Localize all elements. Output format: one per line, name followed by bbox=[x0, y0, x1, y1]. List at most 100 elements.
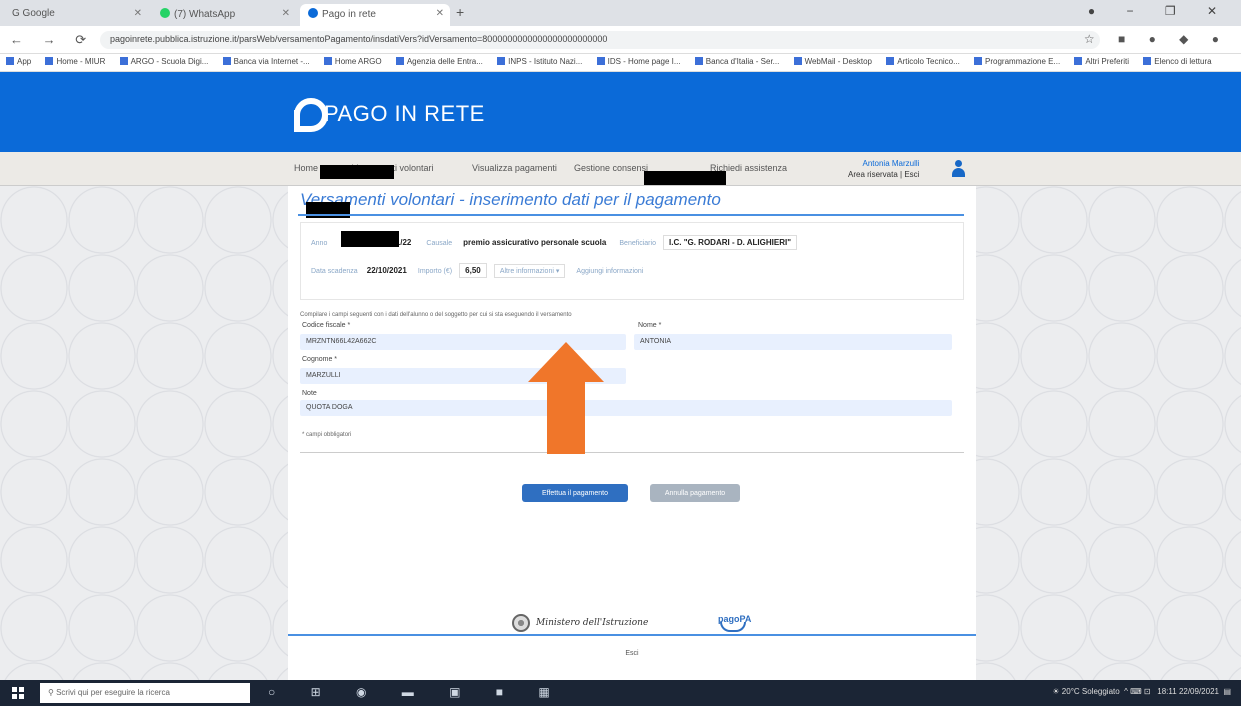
footer-line bbox=[288, 634, 976, 636]
whatsapp-icon bbox=[160, 8, 170, 18]
bookmark-icon bbox=[119, 57, 128, 65]
form-divider bbox=[300, 452, 964, 453]
annulla-pagamento-button[interactable]: Annulla pagamento bbox=[650, 484, 740, 502]
url-input[interactable]: pagoinrete.pubblica.istruzione.it/parsWe… bbox=[100, 31, 1100, 49]
browser-tabbar: G Google ✕ (7) WhatsApp ✕ Pago in rete ✕ + … bbox=[0, 0, 1241, 26]
footer-esci-link[interactable]: Esci bbox=[288, 650, 976, 657]
ministry-logo-text: Ministero dell'Istruzione bbox=[536, 618, 649, 628]
bookmark-item[interactable]: IDS - Home page I... bbox=[596, 57, 681, 66]
effettua-pagamento-button[interactable]: Effettua il pagamento bbox=[522, 484, 628, 502]
weather-icon: ☀ bbox=[1052, 687, 1060, 696]
tab-pagoinrete[interactable]: Pago in rete ✕ bbox=[300, 4, 450, 26]
clock-date: 22/09/2021 bbox=[1178, 687, 1219, 696]
bookmark-icon bbox=[6, 57, 14, 65]
close-tab-icon[interactable]: ✕ bbox=[282, 8, 290, 19]
bookmark-item[interactable]: Banca d'Italia - Ser... bbox=[694, 57, 779, 66]
bookmark-icon bbox=[395, 57, 404, 65]
cognome-label: Cognome * bbox=[302, 356, 338, 363]
bookmark-icon bbox=[1143, 57, 1152, 65]
bookmark-icon bbox=[222, 57, 231, 65]
windows-start-icon[interactable] bbox=[12, 687, 24, 699]
bookmarks-bar: App Home - MIUR ARGO - Scuola Digi... Ba… bbox=[0, 54, 1241, 72]
close-tab-icon[interactable]: ✕ bbox=[134, 8, 142, 19]
notification-icon[interactable]: ▤ bbox=[1223, 687, 1231, 696]
bookmark-item[interactable]: Home ARGO bbox=[323, 57, 382, 66]
bookmark-item[interactable]: Home - MIUR bbox=[45, 57, 105, 66]
bookmark-icon bbox=[694, 57, 703, 65]
causale-value: premio assicurativo personale scuola bbox=[463, 238, 607, 247]
weather-text: 20°C Soleggiato bbox=[1061, 687, 1120, 696]
main-card: Versamenti volontari - inserimento dati … bbox=[288, 186, 976, 680]
bookmark-icon bbox=[793, 57, 802, 65]
user-info[interactable]: Antonia Marzulli Area riservata | Esci bbox=[848, 158, 919, 180]
user-name: Antonia Marzulli bbox=[862, 159, 920, 168]
bookmark-icon bbox=[497, 57, 506, 65]
importo-label: Importo (€) bbox=[417, 268, 453, 275]
bookmark-item[interactable]: Articolo Tecnico... bbox=[886, 57, 960, 66]
form-instructions: Compilare i campi seguenti con i dati de… bbox=[300, 312, 572, 318]
altre-informazioni-dropdown[interactable]: Altre informazioni ▾ bbox=[493, 264, 566, 278]
window-controls[interactable]: ● − ❐ ✕ bbox=[1088, 4, 1231, 18]
taskbar-search-input[interactable]: ⚲ Scrivi qui per eseguire la ricerca bbox=[40, 683, 250, 703]
bookmark-icon bbox=[974, 57, 983, 65]
user-icon[interactable] bbox=[952, 160, 965, 178]
user-area-link[interactable]: Area riservata | Esci bbox=[848, 169, 919, 180]
new-tab-button[interactable]: + bbox=[456, 4, 464, 20]
italian-republic-emblem-icon bbox=[512, 614, 530, 632]
bookmark-icon bbox=[596, 57, 605, 65]
causale-label: Causale bbox=[426, 240, 453, 247]
nome-label: Nome * bbox=[638, 322, 662, 329]
bookmark-icon bbox=[323, 57, 332, 65]
scadenza-label: Data scadenza bbox=[311, 268, 358, 275]
page-title: Versamenti volontari - inserimento dati … bbox=[300, 190, 721, 209]
tab-google[interactable]: G Google ✕ bbox=[4, 4, 148, 26]
close-tab-icon[interactable]: ✕ bbox=[436, 8, 444, 19]
pagoinrete-logo[interactable]: PAGO IN RETE bbox=[290, 98, 485, 132]
bookmark-item[interactable]: Altri Preferiti bbox=[1074, 57, 1129, 66]
top-navigation: Home Versamenti volontari Visualizza pag… bbox=[0, 152, 1241, 186]
pagoinrete-logo-icon bbox=[290, 98, 328, 132]
bookmark-item[interactable]: Agenzia delle Entra... bbox=[395, 57, 483, 66]
bookmark-item[interactable]: Banca via Internet -... bbox=[222, 57, 310, 66]
chevron-down-icon: ▾ bbox=[555, 268, 560, 275]
bookmark-item[interactable]: ARGO - Scuola Digi... bbox=[119, 57, 208, 66]
bookmark-item[interactable]: INPS - Istituto Nazi... bbox=[497, 57, 582, 66]
bookmark-icon bbox=[1074, 57, 1083, 65]
beneficiario-label: Beneficiario bbox=[619, 240, 656, 247]
codice-fiscale-label: Codice fiscale * bbox=[302, 322, 351, 329]
redaction-box bbox=[644, 171, 726, 185]
nav-gestione-consensi[interactable]: Gestione consensi bbox=[574, 163, 648, 173]
aggiungi-informazioni-link[interactable]: Aggiungi informazioni bbox=[576, 268, 643, 275]
logo-text: PAGO IN RETE bbox=[324, 101, 485, 126]
system-tray[interactable]: ☀ 20°C Soleggiato ^ ⌨ ⊡ 18:11 22/09/2021… bbox=[1052, 687, 1231, 696]
required-fields-note: * campi obbligatori bbox=[302, 432, 352, 438]
pagoinrete-favicon bbox=[308, 8, 318, 18]
search-icon: ⚲ bbox=[48, 688, 57, 697]
bookmark-icon bbox=[45, 57, 54, 65]
nav-visualizza-pagamenti[interactable]: Visualizza pagamenti bbox=[472, 163, 557, 173]
bookmark-item[interactable]: App bbox=[6, 57, 31, 66]
note-field[interactable]: QUOTA DOGA bbox=[300, 400, 952, 416]
bookmark-item[interactable]: Elenco di lettura bbox=[1143, 57, 1212, 66]
redaction-box bbox=[320, 165, 394, 179]
nav-home[interactable]: Home bbox=[294, 163, 318, 173]
arrow-shaft bbox=[547, 381, 585, 454]
year-label: Anno bbox=[311, 240, 328, 247]
windows-taskbar: ⚲ Scrivi qui per eseguire la ricerca ○ ⊞… bbox=[0, 680, 1241, 706]
pagopa-logo-icon bbox=[720, 622, 746, 632]
bookmark-item[interactable]: Programmazione E... bbox=[974, 57, 1060, 66]
site-header: PAGO IN RETE bbox=[0, 72, 1241, 152]
note-label: Note bbox=[302, 390, 317, 397]
extension-icons[interactable]: ☆ ■ ● ◆ ● bbox=[1084, 32, 1229, 46]
scadenza-value: 22/10/2021 bbox=[366, 266, 407, 275]
bookmark-item[interactable]: WebMail - Desktop bbox=[793, 57, 872, 66]
redaction-box bbox=[341, 231, 399, 247]
orange-arrow-annotation bbox=[528, 342, 604, 454]
address-bar: ← → ⟳ ⌂ pagoinrete.pubblica.istruzione.i… bbox=[0, 26, 1241, 54]
tab-whatsapp[interactable]: (7) WhatsApp ✕ bbox=[152, 4, 296, 26]
bookmark-icon bbox=[886, 57, 895, 65]
arrow-head bbox=[528, 342, 604, 382]
taskbar-apps[interactable]: ○ ⊞ ◉ ▬ ▣ ■ ▦ bbox=[268, 685, 566, 699]
payment-summary-panel: Anno 2021/22 Causale premio assicurativo… bbox=[300, 222, 964, 300]
nome-field[interactable]: ANTONIA bbox=[634, 334, 952, 350]
